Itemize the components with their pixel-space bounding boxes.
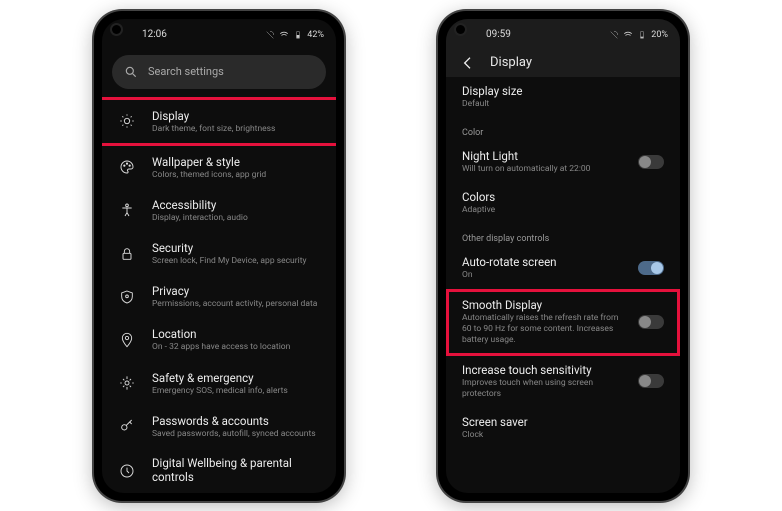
- palette-icon: [118, 158, 136, 176]
- page-title: Display: [490, 55, 532, 70]
- battery-pct: 20%: [651, 30, 668, 40]
- section-other: Other display controls: [446, 224, 680, 248]
- row-auto-rotate[interactable]: Auto-rotate screen On: [446, 248, 680, 289]
- setting-location[interactable]: Location On - 32 apps have access to loc…: [102, 318, 336, 361]
- wifi-icon: [279, 30, 289, 40]
- toggle-touch-sensitivity[interactable]: [638, 374, 664, 388]
- privacy-icon: [118, 288, 136, 306]
- back-icon[interactable]: [460, 55, 476, 71]
- status-bar: 09:59 20%: [446, 19, 680, 47]
- search-placeholder: Search settings: [148, 65, 224, 78]
- row-display-size[interactable]: Display size Default: [446, 77, 680, 118]
- toggle-night-light[interactable]: [638, 155, 664, 169]
- setting-wellbeing[interactable]: Digital Wellbeing & parental controls: [102, 448, 336, 487]
- setting-display[interactable]: Display Dark theme, font size, brightnes…: [102, 97, 336, 146]
- brightness-icon: [118, 112, 136, 130]
- emergency-icon: [118, 374, 136, 392]
- settings-list: Display Dark theme, font size, brightnes…: [102, 95, 336, 489]
- accessibility-icon: [118, 201, 136, 219]
- setting-accessibility[interactable]: Accessibility Display, interaction, audi…: [102, 189, 336, 232]
- wellbeing-icon: [118, 462, 136, 480]
- toggle-auto-rotate[interactable]: [638, 261, 664, 275]
- phone-right: 09:59 20% Display Display size Default C…: [438, 11, 688, 501]
- row-smooth-display[interactable]: Smooth Display Automatically raises the …: [446, 289, 680, 356]
- row-colors[interactable]: Colors Adaptive: [446, 183, 680, 224]
- battery-icon: [637, 30, 647, 40]
- phone-left: 12:06 42% Search settings Display Dark t…: [94, 11, 344, 501]
- row-night-light[interactable]: Night Light Will turn on automatically a…: [446, 142, 680, 183]
- key-icon: [118, 417, 136, 435]
- lock-icon: [118, 245, 136, 263]
- toggle-smooth-display[interactable]: [638, 315, 664, 329]
- status-bar: 12:06 42%: [102, 19, 336, 47]
- search-icon: [124, 65, 138, 79]
- setting-title: Display: [152, 109, 275, 123]
- setting-privacy[interactable]: Privacy Permissions, account activity, p…: [102, 275, 336, 318]
- section-color: Color: [446, 118, 680, 142]
- row-touch-sensitivity[interactable]: Increase touch sensitivity Improves touc…: [446, 356, 680, 408]
- status-icons: 20%: [609, 30, 668, 40]
- battery-icon: [293, 30, 303, 40]
- page-header: Display: [446, 47, 680, 77]
- row-screen-saver[interactable]: Screen saver Clock: [446, 408, 680, 443]
- setting-security[interactable]: Security Screen lock, Find My Device, ap…: [102, 232, 336, 275]
- camera-cutout: [112, 25, 121, 34]
- clock: 12:06: [142, 29, 167, 40]
- setting-safety[interactable]: Safety & emergency Emergency SOS, medica…: [102, 362, 336, 405]
- dnd-icon: [609, 30, 619, 40]
- location-icon: [118, 331, 136, 349]
- setting-wallpaper[interactable]: Wallpaper & style Colors, themed icons, …: [102, 146, 336, 189]
- wifi-icon: [623, 30, 633, 40]
- clock: 09:59: [486, 29, 511, 40]
- setting-sub: Dark theme, font size, brightness: [152, 124, 275, 134]
- battery-pct: 42%: [307, 30, 324, 40]
- camera-cutout: [456, 25, 465, 34]
- search-input[interactable]: Search settings: [112, 55, 326, 89]
- status-icons: 42%: [265, 30, 324, 40]
- dnd-icon: [265, 30, 275, 40]
- setting-passwords[interactable]: Passwords & accounts Saved passwords, au…: [102, 405, 336, 448]
